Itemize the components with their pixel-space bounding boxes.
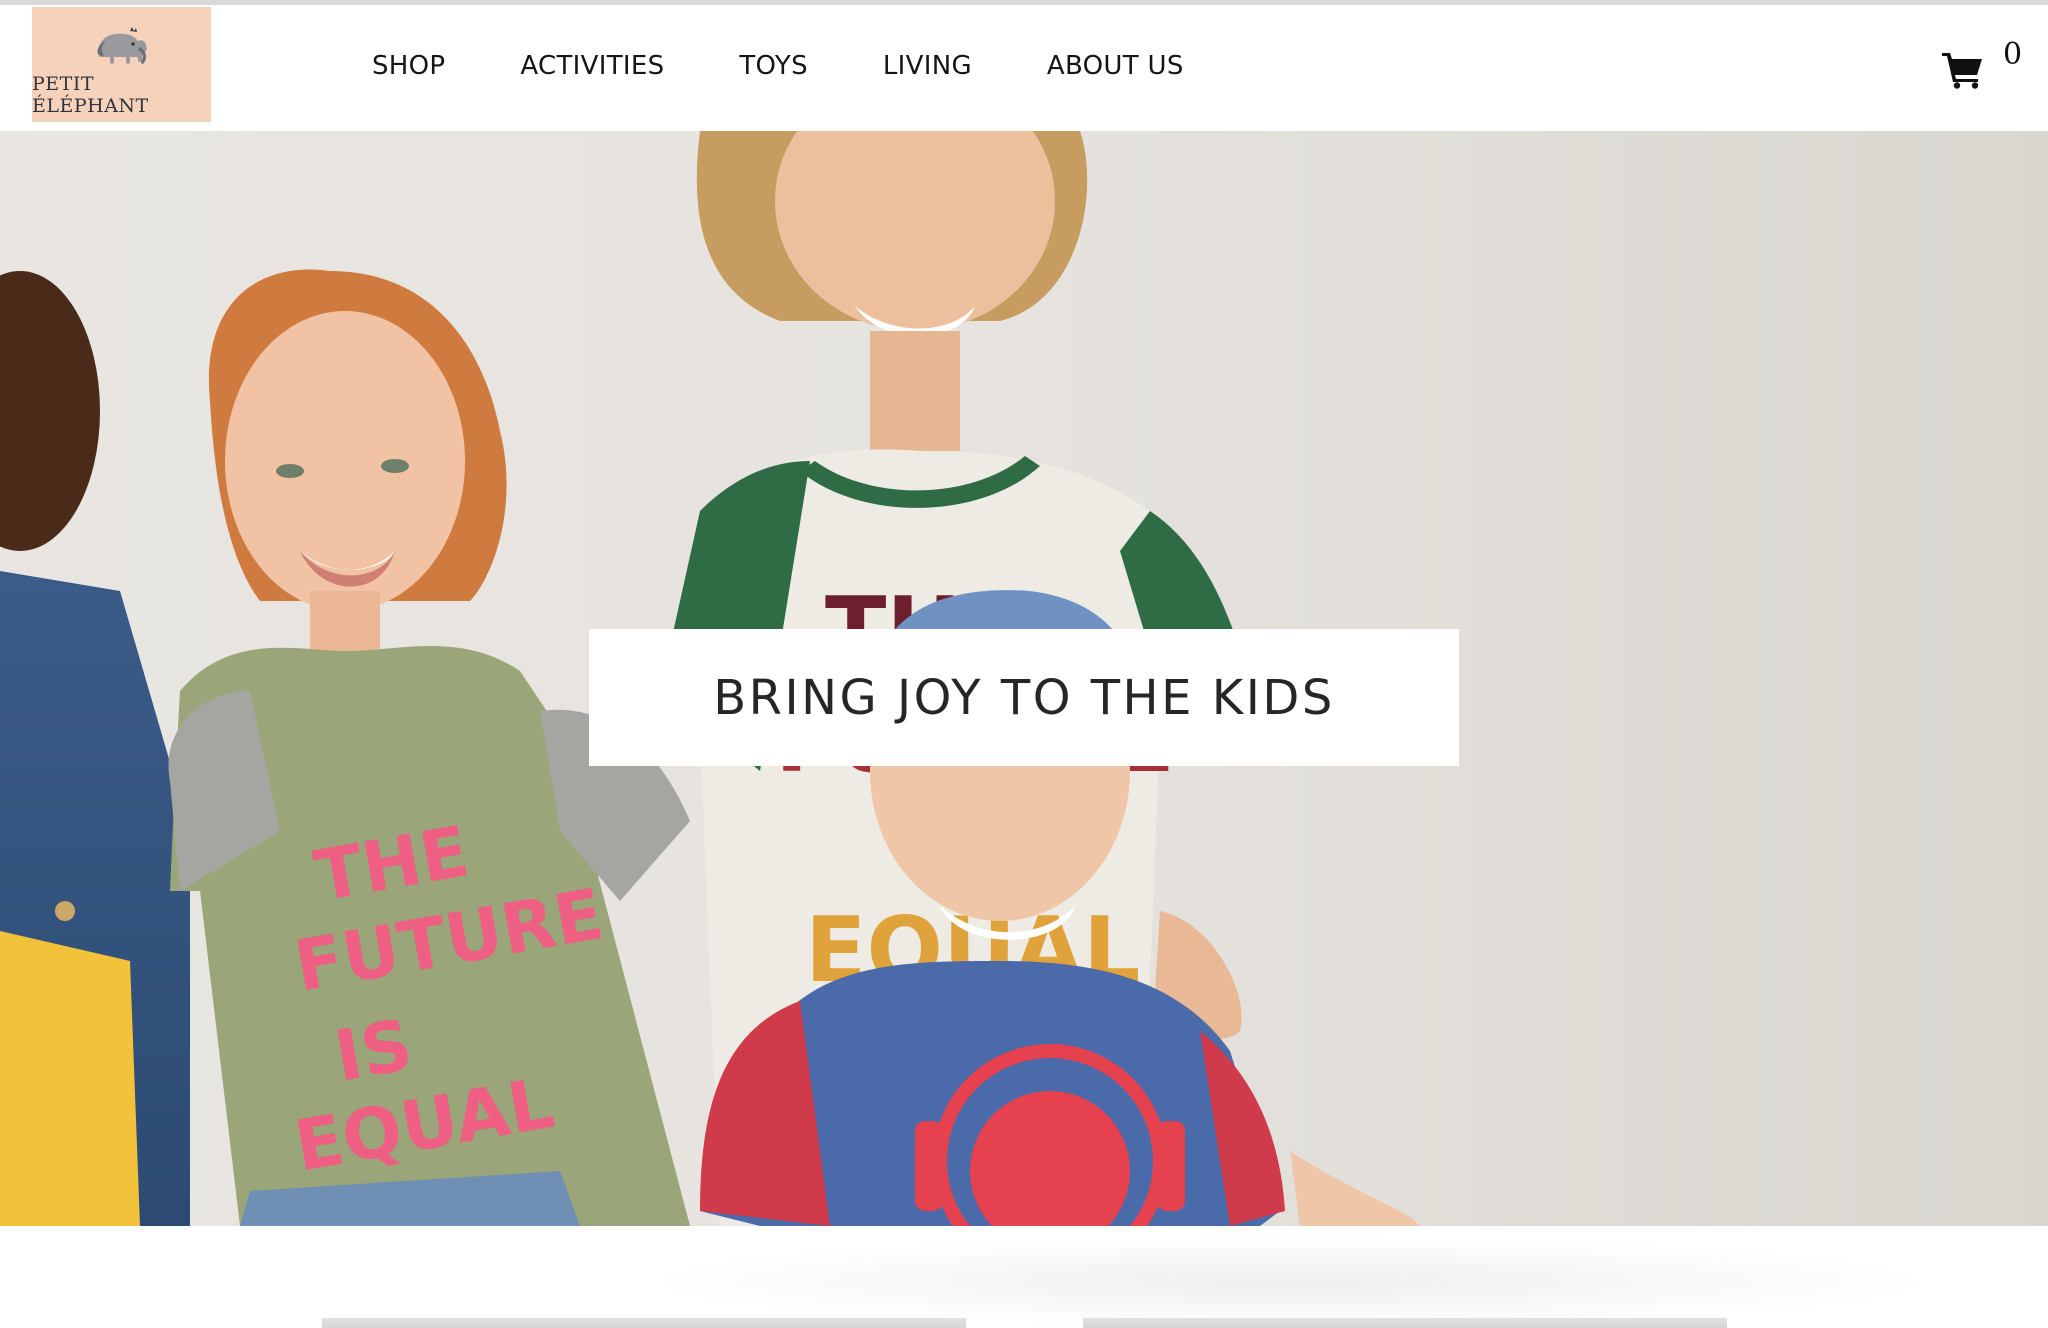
nav-shop[interactable]: SHOP (372, 51, 445, 81)
nav-about-us[interactable]: ABOUT US (1047, 51, 1184, 81)
hero-headline-box: BRING JOY TO THE KIDS (589, 629, 1459, 766)
category-card-left[interactable] (322, 1318, 966, 1328)
shopping-cart-icon (1942, 53, 1982, 89)
hero-banner: THE FUTURE IS EQUAL THE FUTURE EQUAL BRI… (0, 131, 2048, 1226)
nav-toys[interactable]: TOYS (739, 51, 808, 81)
svg-text:IS: IS (329, 1004, 419, 1098)
main-nav: SHOP ACTIVITIES TOYS LIVING ABOUT US (372, 51, 1184, 81)
brand-name: PETIT ÉLÉPHANT (32, 73, 149, 117)
nav-activities[interactable]: ACTIVITIES (520, 51, 664, 81)
cart-button[interactable] (1942, 49, 1984, 89)
category-card-right[interactable] (1083, 1318, 1727, 1328)
nav-living[interactable]: LIVING (883, 51, 972, 81)
hero-headline: BRING JOY TO THE KIDS (713, 669, 1335, 726)
cart-count[interactable]: 0 (2003, 37, 2022, 72)
elephant-icon (96, 27, 147, 64)
section-shadow (640, 1236, 1940, 1328)
site-header: PETIT ÉLÉPHANT SHOP ACTIVITIES TOYS LIVI… (0, 5, 2048, 131)
brand-logo[interactable]: PETIT ÉLÉPHANT (32, 7, 211, 122)
